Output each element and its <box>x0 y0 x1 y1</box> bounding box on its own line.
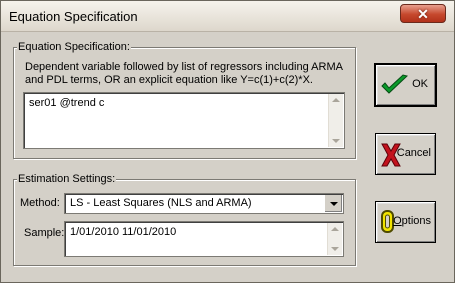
sample-input[interactable]: 1/01/2010 11/01/2010 <box>64 221 344 257</box>
ok-label: OK <box>412 78 428 90</box>
equation-specification-window: Equation Specification ✕ Equation Specif… <box>0 0 455 283</box>
close-icon: ✕ <box>417 6 429 22</box>
scroll-up-icon[interactable] <box>331 227 339 231</box>
sample-scrollbar[interactable] <box>327 223 342 255</box>
equation-scrollbar[interactable] <box>328 94 343 147</box>
method-value: LS - Least Squares (NLS and ARMA) <box>70 197 252 209</box>
chevron-down-icon[interactable] <box>324 195 342 212</box>
sample-label: Sample: <box>24 227 65 239</box>
method-select[interactable]: LS - Least Squares (NLS and ARMA) <box>64 193 344 214</box>
window-title: Equation Specification <box>9 9 138 24</box>
equation-hint: Dependent variable followed by list of r… <box>25 61 343 86</box>
titlebar: Equation Specification ✕ <box>1 1 454 32</box>
cancel-label: Cancel <box>396 147 431 159</box>
checkmark-icon <box>380 73 410 100</box>
scroll-down-icon[interactable] <box>332 139 340 143</box>
equation-input[interactable]: ser01 @trend c <box>23 92 345 149</box>
ok-button[interactable]: OK <box>374 63 437 107</box>
options-button[interactable]: Options <box>375 201 436 243</box>
cancel-button[interactable]: Cancel <box>375 133 436 175</box>
method-label: Method: <box>20 197 60 209</box>
scroll-down-icon[interactable] <box>331 247 339 251</box>
scroll-up-icon[interactable] <box>332 98 340 102</box>
estimation-group-label: Estimation Settings: <box>17 173 117 185</box>
close-button[interactable]: ✕ <box>400 4 446 23</box>
equation-text: ser01 @trend c <box>29 97 105 109</box>
equation-group-label: Equation Specification: <box>17 41 131 53</box>
options-label: Options <box>393 215 431 227</box>
sample-text: 1/01/2010 11/01/2010 <box>70 226 177 238</box>
